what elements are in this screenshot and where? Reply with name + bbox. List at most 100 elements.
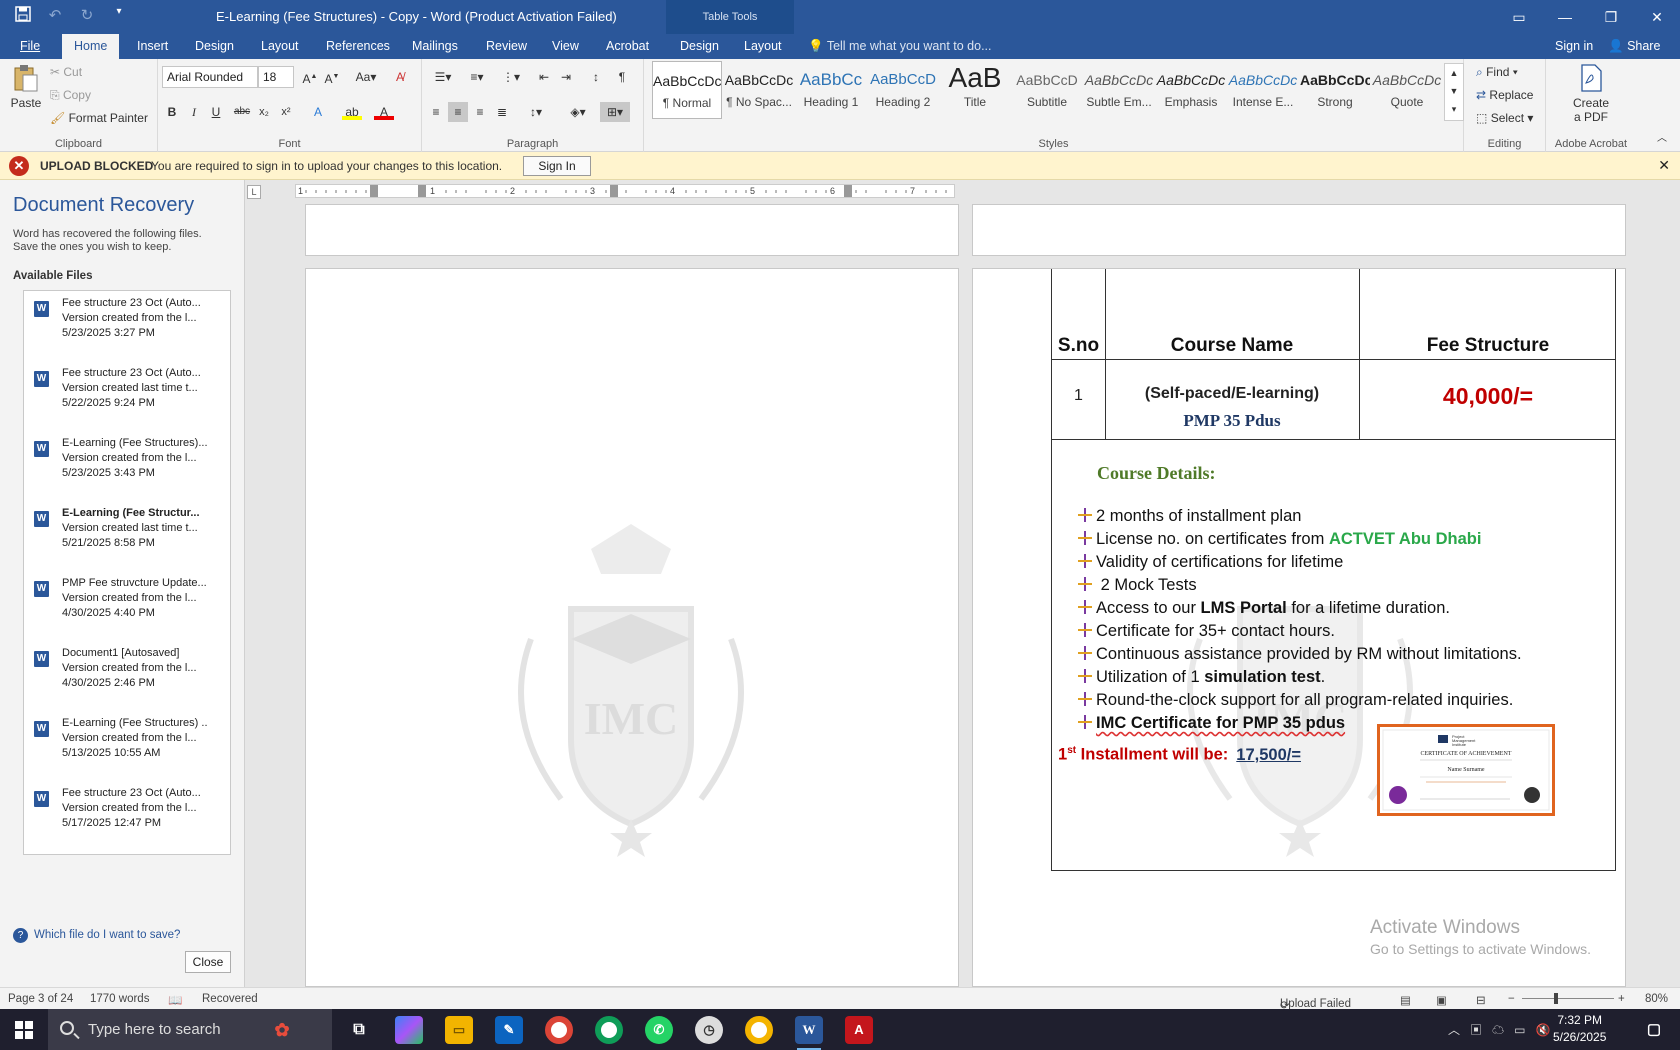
zoom-in-icon[interactable]: + [1618,993,1625,1005]
proofing-icon[interactable]: 📖 [168,993,182,1007]
tab-insert[interactable]: Insert [125,34,180,59]
style-heading-1[interactable]: AaBbCc Heading 1 [796,61,866,119]
collapse-ribbon-icon[interactable]: ︿ [1652,129,1672,149]
close-recovery-button[interactable]: Close [185,951,231,973]
select-button[interactable]: ⬚ Select ▾ [1476,111,1533,125]
clock-app-icon[interactable]: ◷ [695,1016,723,1044]
sign-in-link[interactable]: Sign in [1555,34,1593,59]
undo-icon[interactable]: ↶ [46,6,64,26]
find-button[interactable]: ⌕ Find ▾ [1476,65,1518,80]
tray-expand-icon[interactable]: ︿ [1448,1023,1460,1037]
align-right-icon[interactable]: ≡ [470,102,490,122]
certificate-image[interactable]: Project Management Institute CERTIFICATE… [1377,724,1555,816]
italic-icon[interactable]: I [184,102,204,122]
file-explorer-icon[interactable]: ▭ [445,1016,473,1044]
change-case-icon[interactable]: Aa▾ [352,67,380,87]
text-effects-icon[interactable]: A [308,102,328,122]
justify-icon[interactable]: ≣ [492,102,512,122]
style-quote[interactable]: AaBbCcDc Quote [1372,61,1442,119]
recovered-file-item[interactable]: W E-Learning (Fee Structures)... Version c… [34,437,224,501]
close-message-icon[interactable]: ✕ [1658,157,1670,174]
subscript-icon[interactable]: x₂ [254,102,274,122]
notifications-icon[interactable]: ▢ [1640,1016,1668,1044]
align-left-icon[interactable]: ≡ [426,102,446,122]
style-no-spacing[interactable]: AaBbCcDc ¶ No Spac... [724,61,794,119]
shrink-font-icon[interactable]: A▼ [322,67,342,87]
customize-qat-icon[interactable]: ▾ [110,6,128,26]
horizontal-ruler[interactable]: L 1 1 2 3 4 5 6 7 [247,184,955,199]
multilevel-list-icon[interactable]: ⋮▾ [496,67,526,87]
minimize-icon[interactable]: — [1542,0,1588,34]
share-button[interactable]: 👤 Share [1608,34,1660,59]
start-button[interactable] [0,1009,48,1050]
zoom-out-icon[interactable]: − [1508,993,1515,1005]
page-2-bottom[interactable] [305,204,959,256]
align-center-icon[interactable]: ≡ [448,102,468,122]
font-size-combo[interactable]: 18 [258,66,294,88]
tab-references[interactable]: References [314,34,402,59]
tab-mailings[interactable]: Mailings [400,34,470,59]
highlight-icon[interactable]: ab [342,102,362,120]
pinned-app-icon[interactable]: ✎ [495,1016,523,1044]
bullets-icon[interactable]: ☰▾ [428,67,458,87]
grow-font-icon[interactable]: A▲ [300,67,320,87]
save-icon[interactable] [14,6,32,26]
network-icon[interactable]: ▭ [1514,1023,1525,1037]
style-subtitle[interactable]: AaBbCcD Subtitle [1012,61,1082,119]
sign-in-button[interactable]: Sign In [523,156,591,176]
tab-table-layout[interactable]: Layout [732,34,794,59]
page-3[interactable]: IMC [305,268,959,987]
zoom-level[interactable]: 80% [1645,993,1668,1005]
tab-design[interactable]: Design [183,34,246,59]
replace-button[interactable]: ⇄ Replace [1476,88,1533,102]
style-normal[interactable]: AaBbCcDc ¶ Normal [652,61,722,119]
create-pdf-button[interactable]: Create a PDF [1562,63,1620,124]
show-formatting-icon[interactable]: ¶ [612,67,632,87]
tray-device-icon[interactable]: ▣ [1470,1023,1482,1037]
recovered-file-item[interactable]: W PMP Fee struvcture Update... Version cre… [34,577,224,641]
volume-muted-icon[interactable]: 🔇 [1535,1023,1550,1037]
tab-selector[interactable]: L [247,185,261,199]
recovered-file-item[interactable]: W Fee structure 23 Oct (Auto... Version cr… [34,297,224,361]
recovered-file-item[interactable]: W E-Learning (Fee Structures) .. Version c… [34,717,224,781]
format-painter-button[interactable]: 🖌 Format Painter [50,111,148,125]
paste-button[interactable]: Paste [8,63,44,123]
taskbar-clock[interactable]: 7:32 PM 5/26/2025 [1553,1012,1606,1046]
word-count[interactable]: 1770 words [90,993,149,1005]
style-heading-2[interactable]: AaBbCcD Heading 2 [868,61,938,119]
zoom-slider[interactable] [1522,998,1614,999]
style-intense-emphasis[interactable]: AaBbCcDc Intense E... [1228,61,1298,119]
chrome-profile-icon[interactable] [595,1016,623,1044]
style-title[interactable]: AaB Title [940,61,1010,119]
copilot-icon[interactable] [395,1016,423,1044]
weather-widget-icon[interactable]: ✿ [268,1016,296,1044]
whatsapp-icon[interactable]: ✆ [645,1016,673,1044]
task-view-icon[interactable]: ⧉ [345,1016,373,1044]
numbering-icon[interactable]: ≡▾ [462,67,492,87]
page-5[interactable]: IMC S.no Course Name Fee Structure 1 (Se… [972,268,1626,987]
increase-indent-icon[interactable]: ⇥ [556,67,576,87]
page-4-bottom[interactable] [972,204,1626,256]
superscript-icon[interactable]: x² [276,102,296,122]
acrobat-icon[interactable]: A [845,1016,873,1044]
word-taskbar-icon[interactable]: W [795,1016,823,1050]
chrome-alt-icon[interactable] [745,1016,773,1044]
decrease-indent-icon[interactable]: ⇤ [534,67,554,87]
tab-review[interactable]: Review [474,34,539,59]
restore-icon[interactable]: ❐ [1588,0,1634,34]
onedrive-icon[interactable]: ☁ [1492,1023,1504,1037]
copy-button[interactable]: ⎘ Copy [50,88,91,103]
fee-table[interactable]: S.no Course Name Fee Structure 1 (Self-p… [1051,269,1616,871]
cut-button[interactable]: ✂ Cut [50,65,82,79]
web-layout-icon[interactable]: ⊟ [1476,993,1486,1007]
tab-table-design[interactable]: Design [668,34,731,59]
tab-layout[interactable]: Layout [249,34,311,59]
underline-icon[interactable]: U [206,102,226,122]
shading-icon[interactable]: ◈▾ [564,102,592,122]
bold-icon[interactable]: B [162,102,182,122]
tab-view[interactable]: View [540,34,591,59]
strikethrough-icon[interactable]: abc [232,102,252,122]
tab-home[interactable]: Home [62,34,120,59]
sort-icon[interactable]: ↕ [586,67,606,87]
close-icon[interactable]: ✕ [1634,0,1680,34]
